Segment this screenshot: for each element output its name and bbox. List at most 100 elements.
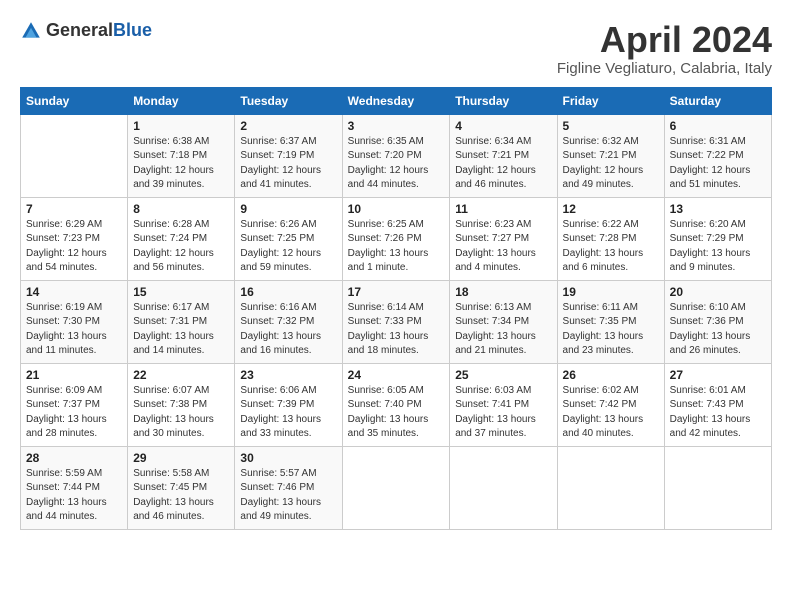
day-number: 5	[563, 119, 659, 133]
day-cell: 19 Sunrise: 6:11 AMSunset: 7:35 PMDayligh…	[557, 280, 664, 363]
day-cell	[557, 446, 664, 529]
week-row-1: 1 Sunrise: 6:38 AMSunset: 7:18 PMDaylight…	[21, 114, 772, 197]
day-number: 24	[348, 368, 445, 382]
day-detail: Sunrise: 6:07 AMSunset: 7:38 PMDaylight:…	[133, 384, 229, 442]
day-number: 27	[670, 368, 766, 382]
col-header-monday: Monday	[128, 87, 235, 114]
day-detail: Sunrise: 6:34 AMSunset: 7:21 PMDaylight:…	[455, 135, 551, 193]
day-cell: 27 Sunrise: 6:01 AMSunset: 7:43 PMDayligh…	[664, 363, 771, 446]
day-cell: 10Sunrise: 6:25 AMSunset: 7:26 PMDayligh…	[342, 197, 450, 280]
day-detail: Sunrise: 6:28 AMSunset: 7:24 PMDaylight:…	[133, 218, 229, 276]
day-number: 13	[670, 202, 766, 216]
day-cell: 20 Sunrise: 6:10 AMSunset: 7:36 PMDayligh…	[664, 280, 771, 363]
day-cell: 13 Sunrise: 6:20 AMSunset: 7:29 PMDayligh…	[664, 197, 771, 280]
day-detail: Sunrise: 6:26 AMSunset: 7:25 PMDaylight:…	[240, 218, 336, 276]
day-detail: Sunrise: 6:31 AMSunset: 7:22 PMDaylight:…	[670, 135, 766, 193]
day-number: 29	[133, 451, 229, 465]
day-number: 20	[670, 285, 766, 299]
day-detail: Sunrise: 6:11 AMSunset: 7:35 PMDaylight:…	[563, 301, 659, 359]
title-area: April 2024 Figline Vegliaturo, Calabria,…	[557, 20, 772, 77]
day-number: 17	[348, 285, 445, 299]
day-number: 23	[240, 368, 336, 382]
day-detail: Sunrise: 5:58 AMSunset: 7:45 PMDaylight:…	[133, 467, 229, 525]
logo-text-blue: Blue	[113, 20, 152, 40]
day-cell: 5 Sunrise: 6:32 AMSunset: 7:21 PMDaylight…	[557, 114, 664, 197]
day-cell: 9 Sunrise: 6:26 AMSunset: 7:25 PMDaylight…	[235, 197, 342, 280]
calendar-header: SundayMondayTuesdayWednesdayThursdayFrid…	[21, 87, 772, 114]
day-cell	[21, 114, 128, 197]
day-detail: Sunrise: 6:20 AMSunset: 7:29 PMDaylight:…	[670, 218, 766, 276]
day-number: 30	[240, 451, 336, 465]
day-cell: 22 Sunrise: 6:07 AMSunset: 7:38 PMDayligh…	[128, 363, 235, 446]
day-cell: 7Sunrise: 6:29 AMSunset: 7:23 PMDaylight…	[21, 197, 128, 280]
day-cell: 12 Sunrise: 6:22 AMSunset: 7:28 PMDayligh…	[557, 197, 664, 280]
day-number: 18	[455, 285, 551, 299]
month-title: April 2024	[557, 20, 772, 60]
day-detail: Sunrise: 6:17 AMSunset: 7:31 PMDaylight:…	[133, 301, 229, 359]
day-cell: 15 Sunrise: 6:17 AMSunset: 7:31 PMDayligh…	[128, 280, 235, 363]
day-cell: 8Sunrise: 6:28 AMSunset: 7:24 PMDaylight…	[128, 197, 235, 280]
day-detail: Sunrise: 5:57 AMSunset: 7:46 PMDaylight:…	[240, 467, 336, 525]
day-cell: 16 Sunrise: 6:16 AMSunset: 7:32 PMDayligh…	[235, 280, 342, 363]
day-number: 7	[26, 202, 122, 216]
location-title: Figline Vegliaturo, Calabria, Italy	[557, 60, 772, 77]
day-detail: Sunrise: 6:01 AMSunset: 7:43 PMDaylight:…	[670, 384, 766, 442]
day-number: 11	[455, 202, 551, 216]
header: GeneralBlue April 2024 Figline Vegliatur…	[20, 20, 772, 77]
calendar-body: 1 Sunrise: 6:38 AMSunset: 7:18 PMDaylight…	[21, 114, 772, 529]
day-detail: Sunrise: 6:35 AMSunset: 7:20 PMDaylight:…	[348, 135, 445, 193]
day-cell	[342, 446, 450, 529]
day-number: 2	[240, 119, 336, 133]
day-number: 1	[133, 119, 229, 133]
day-cell: 14Sunrise: 6:19 AMSunset: 7:30 PMDayligh…	[21, 280, 128, 363]
day-number: 14	[26, 285, 122, 299]
calendar-table: SundayMondayTuesdayWednesdayThursdayFrid…	[20, 87, 772, 530]
day-number: 22	[133, 368, 229, 382]
day-number: 3	[348, 119, 445, 133]
day-number: 19	[563, 285, 659, 299]
day-number: 9	[240, 202, 336, 216]
day-number: 12	[563, 202, 659, 216]
col-header-saturday: Saturday	[664, 87, 771, 114]
day-cell: 26Sunrise: 6:02 AMSunset: 7:42 PMDayligh…	[557, 363, 664, 446]
day-number: 15	[133, 285, 229, 299]
day-detail: Sunrise: 6:05 AMSunset: 7:40 PMDaylight:…	[348, 384, 445, 442]
week-row-2: 7Sunrise: 6:29 AMSunset: 7:23 PMDaylight…	[21, 197, 772, 280]
day-detail: Sunrise: 6:32 AMSunset: 7:21 PMDaylight:…	[563, 135, 659, 193]
day-detail: Sunrise: 6:03 AMSunset: 7:41 PMDaylight:…	[455, 384, 551, 442]
day-detail: Sunrise: 6:16 AMSunset: 7:32 PMDaylight:…	[240, 301, 336, 359]
day-number: 25	[455, 368, 551, 382]
day-cell: 1 Sunrise: 6:38 AMSunset: 7:18 PMDaylight…	[128, 114, 235, 197]
day-cell: 29 Sunrise: 5:58 AMSunset: 7:45 PMDayligh…	[128, 446, 235, 529]
week-row-3: 14Sunrise: 6:19 AMSunset: 7:30 PMDayligh…	[21, 280, 772, 363]
day-cell: 25 Sunrise: 6:03 AMSunset: 7:41 PMDayligh…	[450, 363, 557, 446]
day-number: 26	[563, 368, 659, 382]
day-detail: Sunrise: 6:23 AMSunset: 7:27 PMDaylight:…	[455, 218, 551, 276]
col-header-wednesday: Wednesday	[342, 87, 450, 114]
day-number: 4	[455, 119, 551, 133]
day-cell: 30 Sunrise: 5:57 AMSunset: 7:46 PMDayligh…	[235, 446, 342, 529]
day-cell: 17Sunrise: 6:14 AMSunset: 7:33 PMDayligh…	[342, 280, 450, 363]
day-cell: 3 Sunrise: 6:35 AMSunset: 7:20 PMDaylight…	[342, 114, 450, 197]
day-detail: Sunrise: 6:38 AMSunset: 7:18 PMDaylight:…	[133, 135, 229, 193]
week-row-4: 21Sunrise: 6:09 AMSunset: 7:37 PMDayligh…	[21, 363, 772, 446]
header-row: SundayMondayTuesdayWednesdayThursdayFrid…	[21, 87, 772, 114]
day-cell: 23Sunrise: 6:06 AMSunset: 7:39 PMDayligh…	[235, 363, 342, 446]
col-header-thursday: Thursday	[450, 87, 557, 114]
day-detail: Sunrise: 6:10 AMSunset: 7:36 PMDaylight:…	[670, 301, 766, 359]
day-number: 10	[348, 202, 445, 216]
week-row-5: 28Sunrise: 5:59 AMSunset: 7:44 PMDayligh…	[21, 446, 772, 529]
day-cell: 21Sunrise: 6:09 AMSunset: 7:37 PMDayligh…	[21, 363, 128, 446]
day-number: 6	[670, 119, 766, 133]
day-number: 21	[26, 368, 122, 382]
day-cell: 24 Sunrise: 6:05 AMSunset: 7:40 PMDayligh…	[342, 363, 450, 446]
col-header-sunday: Sunday	[21, 87, 128, 114]
day-detail: Sunrise: 6:22 AMSunset: 7:28 PMDaylight:…	[563, 218, 659, 276]
day-cell	[664, 446, 771, 529]
day-detail: Sunrise: 6:37 AMSunset: 7:19 PMDaylight:…	[240, 135, 336, 193]
day-cell: 4 Sunrise: 6:34 AMSunset: 7:21 PMDaylight…	[450, 114, 557, 197]
day-number: 16	[240, 285, 336, 299]
logo-text-general: General	[46, 20, 113, 40]
day-cell: 18Sunrise: 6:13 AMSunset: 7:34 PMDayligh…	[450, 280, 557, 363]
day-detail: Sunrise: 5:59 AMSunset: 7:44 PMDaylight:…	[26, 467, 122, 525]
